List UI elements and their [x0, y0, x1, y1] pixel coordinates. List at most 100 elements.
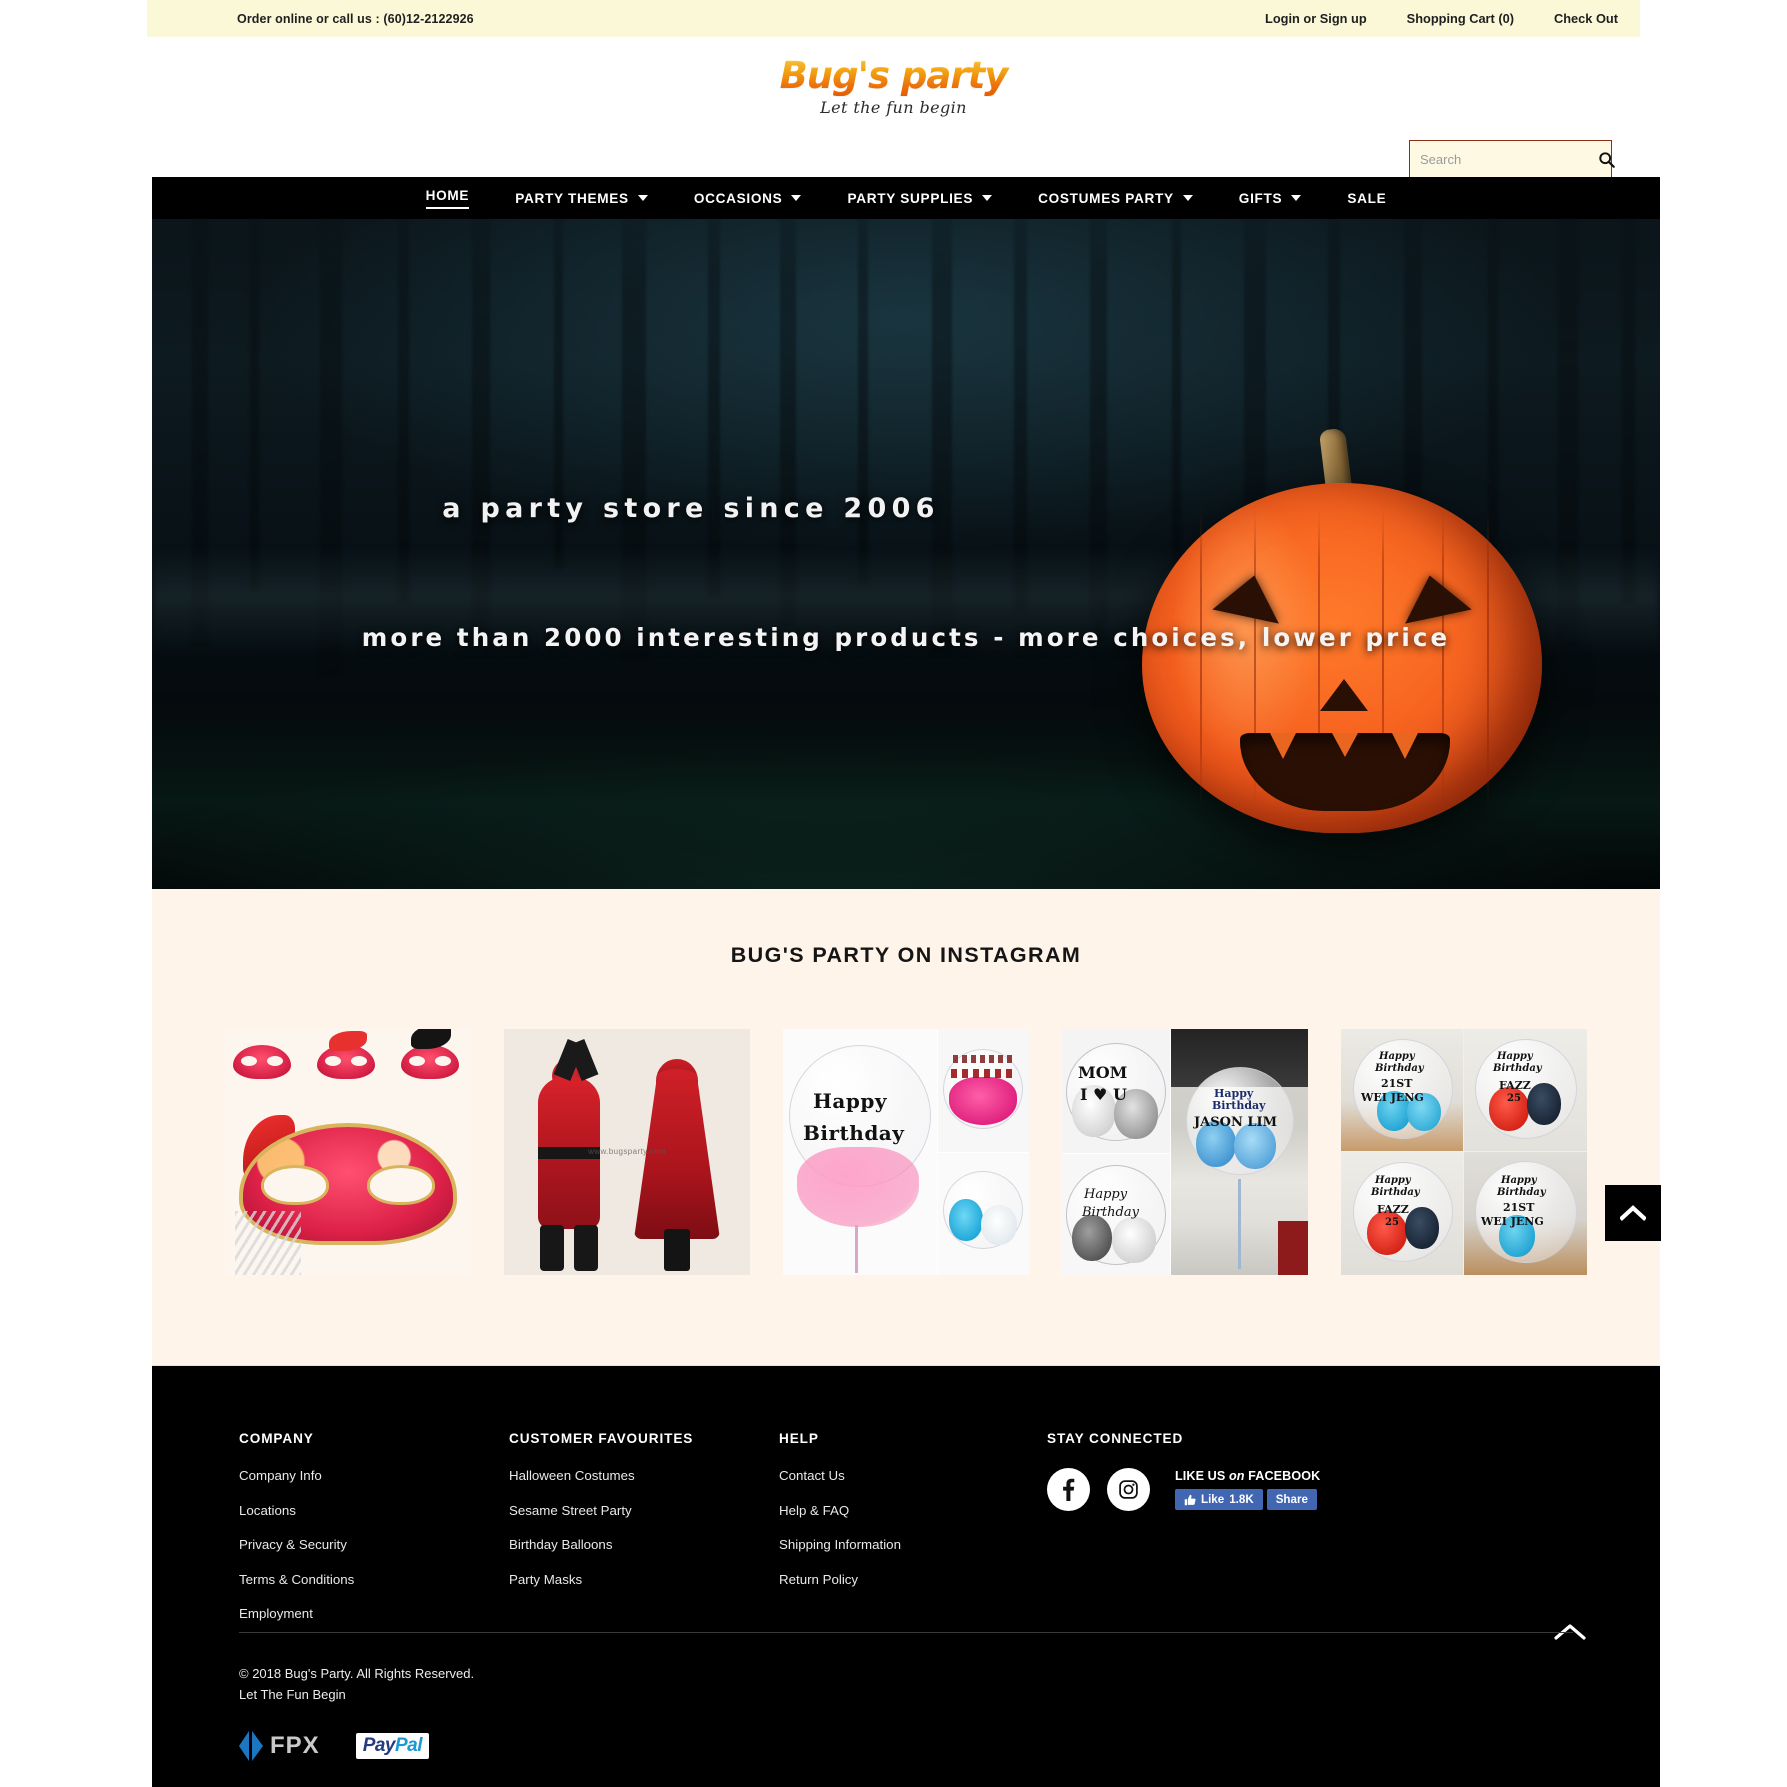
- nav-label-occasions: OCCASIONS: [693, 190, 783, 206]
- search-button[interactable]: [1596, 151, 1617, 168]
- paypal-label-pay: Pay: [362, 1735, 396, 1756]
- payment-methods-row: FPX PayPal: [239, 1731, 430, 1761]
- page-root: Order online or call us : (60)12-2122926…: [0, 0, 1787, 1787]
- footer-link-shipping-information[interactable]: Shipping Information: [779, 1537, 1047, 1552]
- facebook-like-label: Like: [1201, 1493, 1225, 1506]
- footer-column-help: HELP Contact Us Help & FAQ Shipping Info…: [779, 1431, 1047, 1641]
- footer-link-return-policy[interactable]: Return Policy: [779, 1572, 1047, 1587]
- instagram-section: BUG'S PARTY ON INSTAGRAM www.bugsparty.c…: [152, 889, 1661, 1366]
- fpx-logo: FPX: [239, 1731, 320, 1761]
- logo-wordmark: Bug's party: [744, 56, 1044, 96]
- footer-link-employment[interactable]: Employment: [239, 1606, 509, 1621]
- footer-heading-company: COMPANY: [239, 1431, 314, 1446]
- nav-label-party-themes: PARTY THEMES: [515, 190, 629, 206]
- instagram-post-5-name-2: FAZZ: [1499, 1079, 1531, 1092]
- footer-column-company: COMPANY Company Info Locations Privacy &…: [239, 1431, 509, 1641]
- instagram-heading: BUG'S PARTY ON INSTAGRAM: [730, 943, 1082, 967]
- facebook-icon: [1063, 1478, 1075, 1501]
- chevron-down-icon: [982, 195, 993, 201]
- hero-headline: a party store since 2006: [442, 493, 940, 524]
- page-left-margin: [0, 0, 152, 1787]
- footer-link-contact-us[interactable]: Contact Us: [779, 1468, 1047, 1483]
- checkout-link[interactable]: Check Out: [1554, 11, 1618, 26]
- footer-column-stay-connected: STAY CONNECTED LIKE US on FACEBOOK Like …: [1047, 1431, 1467, 1641]
- instagram-post-5-name: WEI JENG: [1361, 1091, 1424, 1104]
- search-input[interactable]: [1420, 151, 1596, 167]
- logo-tagline: Let the fun begin: [820, 97, 967, 117]
- facebook-share-label: Share: [1275, 1493, 1308, 1506]
- nav-label-costumes-party: COSTUMES PARTY: [1038, 190, 1174, 206]
- thumbs-up-icon: [1184, 1494, 1196, 1505]
- nav-item-party-themes[interactable]: PARTY THEMES: [492, 191, 671, 206]
- footer-heading-stay-connected: STAY CONNECTED: [1047, 1431, 1184, 1446]
- instagram-button[interactable]: [1107, 1468, 1150, 1511]
- footer-link-company-info[interactable]: Company Info: [239, 1468, 509, 1483]
- footer-link-birthday-balloons[interactable]: Birthday Balloons: [509, 1537, 779, 1552]
- login-signup-link[interactable]: Login or Sign up: [1265, 11, 1367, 26]
- instagram-post-1[interactable]: [225, 1029, 471, 1275]
- contact-phone-text: Order online or call us : (60)12-2122926: [237, 11, 474, 26]
- page-right-margin: [1640, 0, 1787, 1787]
- copyright-line-2: Let The Fun Begin: [239, 1687, 346, 1703]
- footer-heading-help: HELP: [779, 1431, 819, 1446]
- chevron-down-icon: [1291, 195, 1302, 201]
- nav-item-party-supplies[interactable]: PARTY SUPPLIES: [824, 191, 1015, 206]
- footer-column-customer-favourites: CUSTOMER FAVOURITES Halloween Costumes S…: [509, 1431, 779, 1641]
- footer-link-party-masks[interactable]: Party Masks: [509, 1572, 779, 1587]
- nav-item-gifts[interactable]: GIFTS: [1216, 191, 1325, 206]
- instagram-post-2[interactable]: www.bugsparty.com: [504, 1029, 750, 1275]
- facebook-like-widget: LIKE US on FACEBOOK Like 1.8K Share: [1175, 1469, 1320, 1510]
- chevron-down-icon: [791, 195, 802, 201]
- nav-label-gifts: GIFTS: [1238, 190, 1283, 206]
- footer-link-sesame-street-party[interactable]: Sesame Street Party: [509, 1503, 779, 1518]
- footer-link-halloween-costumes[interactable]: Halloween Costumes: [509, 1468, 779, 1483]
- paypal-label-pal: Pal: [395, 1735, 423, 1756]
- fpx-label: FPX: [270, 1732, 320, 1759]
- scroll-to-top-button[interactable]: [1605, 1185, 1661, 1241]
- instagram-post-3-caption-line2: Birthday: [803, 1121, 905, 1145]
- nav-item-sale[interactable]: SALE: [1324, 191, 1409, 206]
- shopping-cart-link[interactable]: Shopping Cart (0): [1407, 11, 1514, 26]
- instagram-post-5[interactable]: Happy Birthday 21ST WEI JENG Happy Birth…: [1341, 1029, 1587, 1275]
- footer-link-terms-conditions[interactable]: Terms & Conditions: [239, 1572, 509, 1587]
- facebook-like-share-buttons: Like 1.8K Share: [1175, 1489, 1320, 1510]
- facebook-like-count: 1.8K: [1229, 1493, 1254, 1506]
- paypal-logo: PayPal: [355, 1733, 430, 1759]
- facebook-like-caption: LIKE US on FACEBOOK: [1175, 1469, 1321, 1483]
- nav-item-home[interactable]: HOME: [403, 188, 493, 209]
- instagram-post-2-watermark: www.bugsparty.com: [588, 1147, 666, 1156]
- nav-item-costumes-party[interactable]: COSTUMES PARTY: [1015, 191, 1216, 206]
- instagram-icon: [1119, 1480, 1138, 1499]
- footer-divider: [239, 1632, 1573, 1633]
- facebook-button[interactable]: [1047, 1468, 1090, 1511]
- chevron-up-icon: [1620, 1205, 1646, 1221]
- hero-banner: a party store since 2006 more than 2000 …: [152, 177, 1660, 889]
- header-band: Bug's party Let the fun begin: [147, 37, 1640, 178]
- facebook-share-button[interactable]: Share: [1266, 1489, 1317, 1510]
- chevron-down-icon: [1182, 195, 1193, 201]
- utility-links: Login or Sign up Shopping Cart (0) Check…: [1265, 11, 1618, 26]
- nav-label-home: HOME: [425, 188, 470, 209]
- instagram-post-4[interactable]: MOM I ♥ U Happy Birthday Happy Birthday …: [1062, 1029, 1308, 1275]
- site-logo[interactable]: Bug's party Let the fun begin: [744, 56, 1044, 117]
- instagram-post-4-caption-heart: I ♥ U: [1080, 1085, 1127, 1104]
- pumpkin-mouth: [1240, 733, 1450, 811]
- instagram-post-4-name: JASON LIM: [1194, 1115, 1277, 1130]
- footer-link-privacy-security[interactable]: Privacy & Security: [239, 1537, 509, 1552]
- pumpkin-body: [1142, 483, 1542, 833]
- chevron-down-icon: [637, 195, 648, 201]
- nav-item-occasions[interactable]: OCCASIONS: [671, 191, 825, 206]
- fpx-mark-icon: [239, 1731, 263, 1761]
- site-footer: COMPANY Company Info Locations Privacy &…: [152, 1366, 1660, 1787]
- footer-columns: COMPANY Company Info Locations Privacy &…: [152, 1366, 1660, 1641]
- facebook-like-button[interactable]: Like 1.8K: [1175, 1489, 1263, 1510]
- instagram-post-3[interactable]: Happy Birthday: [783, 1029, 1029, 1275]
- nav-label-party-supplies: PARTY SUPPLIES: [847, 190, 974, 206]
- search-box[interactable]: [1409, 140, 1615, 178]
- footer-link-help-faq[interactable]: Help & FAQ: [779, 1503, 1047, 1518]
- instagram-grid: www.bugsparty.com Happy Birthday MOM I ♥…: [152, 1029, 1660, 1275]
- main-navigation: HOME PARTY THEMES OCCASIONS PARTY SUPPLI…: [152, 177, 1660, 219]
- hero-subheadline: more than 2000 interesting products - mo…: [361, 623, 1451, 652]
- footer-link-locations[interactable]: Locations: [239, 1503, 509, 1518]
- search-icon: [1599, 151, 1615, 168]
